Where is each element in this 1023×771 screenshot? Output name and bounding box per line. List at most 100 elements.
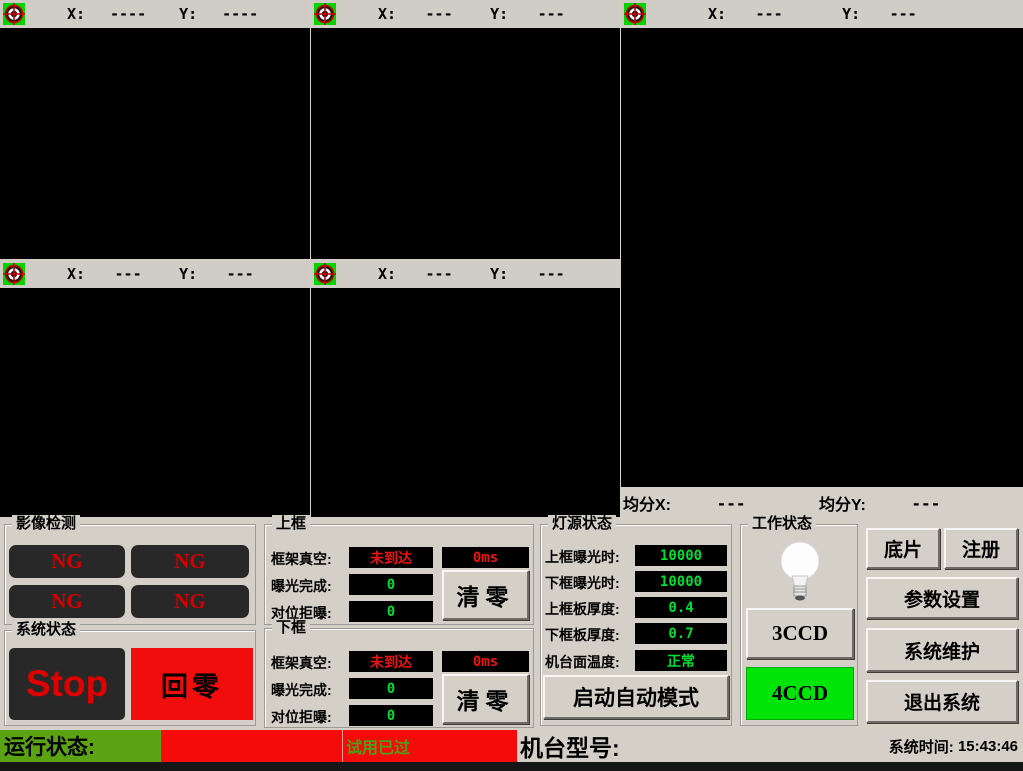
ccd4-mode-button[interactable]: 4CCD bbox=[746, 667, 854, 720]
x-coordinate-value: ---- bbox=[85, 5, 171, 23]
table-temperature-label: 机台面温度: bbox=[545, 652, 620, 672]
lower-board-thickness-label: 下框板厚度: bbox=[545, 625, 620, 645]
y-coordinate-value: --- bbox=[508, 5, 594, 23]
start-auto-mode-button[interactable]: 启动自动模式 bbox=[543, 675, 729, 719]
upper-frame-title: 上框 bbox=[272, 515, 310, 533]
image-detection-title: 影像检测 bbox=[12, 515, 80, 533]
align-reject-label: 对位拒曝: bbox=[271, 707, 332, 727]
return-zero-button[interactable]: 回零 bbox=[131, 648, 253, 720]
vacuum-label: 框架真空: bbox=[271, 549, 332, 569]
camera1-header: X: ---- Y: ---- bbox=[0, 0, 310, 28]
x-coordinate-value: --- bbox=[726, 5, 812, 23]
crosshair-target-icon bbox=[624, 3, 646, 25]
work-status-title: 工作状态 bbox=[748, 515, 816, 533]
camera3-view bbox=[621, 28, 1023, 487]
run-status-label: 运行状态: bbox=[0, 730, 161, 762]
lower-exposure-time-value: 10000 bbox=[635, 571, 727, 592]
machine-control-screen: X: ---- Y: ---- X: --- Y: --- X: --- Y: … bbox=[0, 0, 1023, 771]
film-button[interactable]: 底片 bbox=[866, 528, 940, 569]
bottom-edge-strip bbox=[0, 762, 1023, 771]
system-status-group: 系统状态 Stop 回零 bbox=[4, 630, 256, 726]
upper-clear-button[interactable]: 清零 bbox=[442, 570, 529, 620]
lower-board-thickness-value: 0.7 bbox=[635, 623, 727, 644]
vacuum-time-value: 0ms bbox=[442, 547, 529, 568]
x-coordinate-label: X: bbox=[378, 265, 396, 283]
parameter-settings-button[interactable]: 参数设置 bbox=[866, 577, 1018, 619]
upper-exposure-time-value: 10000 bbox=[635, 545, 727, 566]
exposure-done-label: 曝光完成: bbox=[271, 576, 332, 596]
table-temperature-value: 正常 bbox=[635, 650, 727, 671]
system-status-title: 系统状态 bbox=[12, 621, 80, 639]
upper-frame-group: 上框 框架真空: 未到达 0ms 曝光完成: 0 对位拒曝: 0 清零 bbox=[264, 524, 534, 625]
x-coordinate-label: X: bbox=[67, 5, 85, 23]
y-coordinate-label: Y: bbox=[490, 5, 508, 23]
average-y-value: --- bbox=[866, 494, 986, 513]
system-time: 系统时间: 15:43:46 bbox=[850, 730, 1018, 762]
y-coordinate-label: Y: bbox=[490, 265, 508, 283]
align-reject-value: 0 bbox=[349, 705, 433, 726]
ng-indicator-2: NG bbox=[131, 545, 249, 578]
ccd3-mode-button[interactable]: 3CCD bbox=[746, 608, 854, 659]
crosshair-target-icon bbox=[314, 3, 336, 25]
vacuum-status-value: 未到达 bbox=[349, 651, 433, 672]
register-button[interactable]: 注册 bbox=[944, 528, 1018, 569]
x-coordinate-value: --- bbox=[396, 5, 482, 23]
lower-exposure-time-label: 下框曝光时: bbox=[545, 573, 620, 593]
system-time-label: 系统时间: bbox=[889, 736, 954, 757]
work-status-group: 工作状态 3CCD 4CCD bbox=[740, 524, 858, 726]
x-coordinate-value: --- bbox=[85, 265, 171, 283]
y-coordinate-label: Y: bbox=[179, 265, 197, 283]
x-coordinate-label: X: bbox=[67, 265, 85, 283]
image-detection-group: 影像检测 NG NG NG NG bbox=[4, 524, 256, 625]
y-coordinate-value: --- bbox=[860, 5, 946, 23]
machine-model-label: 机台型号: bbox=[520, 730, 850, 762]
vacuum-status-value: 未到达 bbox=[349, 547, 433, 568]
exit-system-button[interactable]: 退出系统 bbox=[866, 680, 1018, 723]
vacuum-time-value: 0ms bbox=[442, 651, 529, 672]
crosshair-target-icon bbox=[314, 263, 336, 285]
camera3-header: X: --- Y: --- bbox=[621, 0, 1023, 28]
upper-board-thickness-label: 上框板厚度: bbox=[545, 599, 620, 619]
vacuum-label: 框架真空: bbox=[271, 653, 332, 673]
x-coordinate-value: --- bbox=[396, 265, 482, 283]
camera5-view bbox=[311, 288, 620, 517]
camera1-view bbox=[0, 28, 310, 259]
system-time-value: 15:43:46 bbox=[958, 738, 1018, 755]
y-coordinate-label: Y: bbox=[842, 5, 860, 23]
exposure-done-value: 0 bbox=[349, 574, 433, 595]
average-x-value: --- bbox=[671, 494, 791, 513]
ng-indicator-1: NG bbox=[9, 545, 125, 578]
ng-indicator-3: NG bbox=[9, 585, 125, 618]
lower-clear-button[interactable]: 清零 bbox=[442, 674, 529, 724]
upper-exposure-time-label: 上框曝光时: bbox=[545, 547, 620, 567]
x-coordinate-label: X: bbox=[378, 5, 396, 23]
average-x-label: 均分X: bbox=[623, 491, 671, 515]
crosshair-target-icon bbox=[3, 263, 25, 285]
trial-expired-banner: 试用已过 bbox=[342, 730, 517, 762]
lamp-bulb-icon bbox=[772, 539, 828, 610]
average-coordinates-bar: 均分X: --- 均分Y: --- bbox=[621, 488, 1023, 518]
align-reject-value: 0 bbox=[349, 601, 433, 622]
exposure-done-label: 曝光完成: bbox=[271, 680, 332, 700]
y-coordinate-label: Y: bbox=[179, 5, 197, 23]
crosshair-target-icon bbox=[3, 3, 25, 25]
camera2-view bbox=[311, 28, 620, 259]
y-coordinate-value: --- bbox=[508, 265, 594, 283]
lower-frame-group: 下框 框架真空: 未到达 0ms 曝光完成: 0 对位拒曝: 0 清零 bbox=[264, 628, 534, 728]
camera4-header: X: --- Y: --- bbox=[0, 260, 310, 288]
average-y-label: 均分Y: bbox=[819, 491, 866, 515]
lower-frame-title: 下框 bbox=[272, 619, 310, 637]
status-bar-red-segment bbox=[161, 730, 342, 762]
camera4-view bbox=[0, 288, 310, 517]
exposure-done-value: 0 bbox=[349, 678, 433, 699]
light-source-status-group: 灯源状态 上框曝光时: 10000 下框曝光时: 10000 上框板厚度: 0.… bbox=[540, 524, 732, 726]
system-maintenance-button[interactable]: 系统维护 bbox=[866, 628, 1018, 672]
stop-button[interactable]: Stop bbox=[9, 648, 125, 720]
y-coordinate-value: --- bbox=[197, 265, 283, 283]
camera5-header: X: --- Y: --- bbox=[311, 260, 620, 288]
x-coordinate-label: X: bbox=[708, 5, 726, 23]
upper-board-thickness-value: 0.4 bbox=[635, 597, 727, 618]
light-source-status-title: 灯源状态 bbox=[548, 515, 616, 533]
camera2-header: X: --- Y: --- bbox=[311, 0, 620, 28]
y-coordinate-value: ---- bbox=[197, 5, 283, 23]
